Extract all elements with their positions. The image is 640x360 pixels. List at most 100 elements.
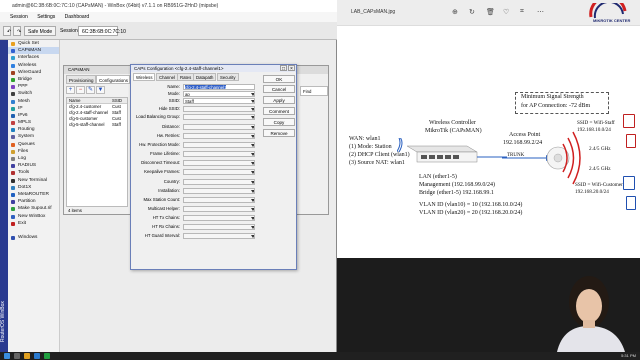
nav-item[interactable]: Quick Set xyxy=(8,40,59,47)
nav-item[interactable]: Bridge xyxy=(8,76,59,83)
search-icon[interactable] xyxy=(14,353,20,359)
tab-security[interactable]: Security xyxy=(217,73,239,81)
comment-button[interactable]: Comment xyxy=(263,107,295,115)
field-input[interactable] xyxy=(183,142,255,148)
ok-button[interactable]: OK xyxy=(263,75,295,83)
col-name[interactable]: Name xyxy=(69,98,80,103)
nav-item[interactable] xyxy=(8,227,59,234)
rotate-icon[interactable]: ↻ xyxy=(469,8,475,16)
field-input[interactable] xyxy=(183,224,255,230)
crop-icon[interactable]: ⌗ xyxy=(520,8,524,16)
dropdown-arrow-icon[interactable] xyxy=(251,135,254,138)
nav-item[interactable]: IP xyxy=(8,105,59,112)
start-icon[interactable] xyxy=(4,353,10,359)
close-icon[interactable]: × xyxy=(288,65,295,72)
dropdown-arrow-icon[interactable] xyxy=(251,100,254,103)
menu-session[interactable]: Session xyxy=(10,14,28,20)
nav-item[interactable]: Tools xyxy=(8,169,59,176)
tab-provisioning[interactable]: Provisioning xyxy=(66,75,96,84)
dropdown-arrow-icon[interactable] xyxy=(251,93,254,96)
nav-item[interactable]: MetaROUTER xyxy=(8,191,59,198)
nav-item[interactable]: Interfaces xyxy=(8,54,59,61)
nav-item[interactable]: Routing xyxy=(8,126,59,133)
field-input[interactable] xyxy=(183,206,255,212)
dropdown-arrow-icon[interactable] xyxy=(251,208,254,211)
dropdown-arrow-icon[interactable] xyxy=(251,226,254,229)
field-input[interactable] xyxy=(183,114,255,120)
field-input[interactable] xyxy=(183,197,255,203)
nav-item[interactable]: CAPsMAN xyxy=(8,47,59,55)
cancel-button[interactable]: Cancel xyxy=(263,85,295,93)
dropdown-arrow-icon[interactable] xyxy=(251,199,254,202)
nav-item[interactable]: Exit xyxy=(8,220,59,227)
remove-icon[interactable]: − xyxy=(76,86,85,94)
nav-item[interactable]: Queues xyxy=(8,141,59,148)
nav-item[interactable]: New WinBox xyxy=(8,213,59,220)
edit-icon[interactable]: ✎ xyxy=(86,86,95,94)
dropdown-arrow-icon[interactable] xyxy=(251,153,254,156)
tab-wireless[interactable]: Wireless xyxy=(133,73,156,81)
redo-button[interactable]: ↷ xyxy=(13,26,21,36)
browser-icon[interactable] xyxy=(34,353,40,359)
dropdown-arrow-icon[interactable] xyxy=(251,144,254,147)
tab-datapath[interactable]: Datapath xyxy=(193,73,217,81)
zoom-icon[interactable]: ⊕ xyxy=(452,8,458,16)
add-icon[interactable]: + xyxy=(66,86,75,94)
dropdown-arrow-icon[interactable] xyxy=(251,162,254,165)
nav-item[interactable]: RADIUS xyxy=(8,162,59,169)
safe-mode-button[interactable]: Safe Mode xyxy=(24,26,57,36)
nav-item[interactable]: Log xyxy=(8,155,59,162)
field-input[interactable]: cfg-2.4-staff-channel1 xyxy=(183,84,255,90)
field-input[interactable] xyxy=(183,133,255,139)
undo-button[interactable]: ↶ xyxy=(3,26,11,36)
field-input[interactable] xyxy=(183,106,255,112)
nav-item[interactable]: Switch xyxy=(8,90,59,97)
nav-item[interactable]: MPLS xyxy=(8,119,59,126)
dropdown-arrow-icon[interactable] xyxy=(251,190,254,193)
nav-item[interactable]: WireGuard xyxy=(8,69,59,76)
session-field[interactable]: 6C:3B:6B:0C:7C:10 xyxy=(78,26,126,36)
app-icon[interactable] xyxy=(44,353,50,359)
apply-button[interactable]: Apply xyxy=(263,96,295,104)
nav-item[interactable]: Make Supout.rif xyxy=(8,205,59,212)
dropdown-arrow-icon[interactable] xyxy=(251,108,254,111)
nav-item[interactable]: Mesh xyxy=(8,98,59,105)
tab-channel[interactable]: Channel xyxy=(156,73,179,81)
copy-button[interactable]: Copy xyxy=(263,118,295,126)
nav-item[interactable]: IPv6 xyxy=(8,112,59,119)
file-explorer-icon[interactable] xyxy=(24,353,30,359)
field-input[interactable] xyxy=(183,160,255,166)
menu-settings[interactable]: Settings xyxy=(37,14,55,20)
delete-icon[interactable]: 🗑 xyxy=(486,8,495,16)
menu-dashboard[interactable]: Dashboard xyxy=(65,14,89,20)
nav-item[interactable]: Windows xyxy=(8,234,59,241)
field-input[interactable] xyxy=(183,233,255,239)
tab-configurations[interactable]: Configurations xyxy=(96,75,130,84)
nav-item[interactable]: Wireless xyxy=(8,62,59,69)
nav-item[interactable]: New Terminal xyxy=(8,177,59,184)
field-input[interactable]: Staff xyxy=(183,98,255,104)
field-input[interactable] xyxy=(183,151,255,157)
field-input[interactable] xyxy=(183,215,255,221)
dropdown-arrow-icon[interactable] xyxy=(251,181,254,184)
field-input[interactable] xyxy=(183,179,255,185)
nav-item[interactable]: Dot1X xyxy=(8,184,59,191)
field-input[interactable] xyxy=(183,169,255,175)
nav-item[interactable]: Partition xyxy=(8,198,59,205)
field-input[interactable] xyxy=(183,124,255,130)
more-icon[interactable]: ⋯ xyxy=(537,8,544,16)
list-item[interactable]: cfg-5-staff-channel Staff xyxy=(67,122,127,128)
dropdown-arrow-icon[interactable] xyxy=(251,126,254,129)
dropdown-arrow-icon[interactable] xyxy=(251,171,254,174)
tab-rates[interactable]: Rates xyxy=(177,73,195,81)
nav-item[interactable]: Files xyxy=(8,148,59,155)
dropdown-arrow-icon[interactable] xyxy=(251,217,254,220)
remove-button[interactable]: Remove xyxy=(263,129,295,137)
dropdown-arrow-icon[interactable] xyxy=(251,235,254,238)
find-input[interactable]: Find xyxy=(300,86,328,96)
nav-item[interactable]: System xyxy=(8,133,59,140)
favorite-icon[interactable]: ♡ xyxy=(503,8,509,16)
field-input[interactable] xyxy=(183,188,255,194)
filter-icon[interactable]: ▼ xyxy=(96,86,105,94)
maximize-icon[interactable]: □ xyxy=(280,65,287,72)
